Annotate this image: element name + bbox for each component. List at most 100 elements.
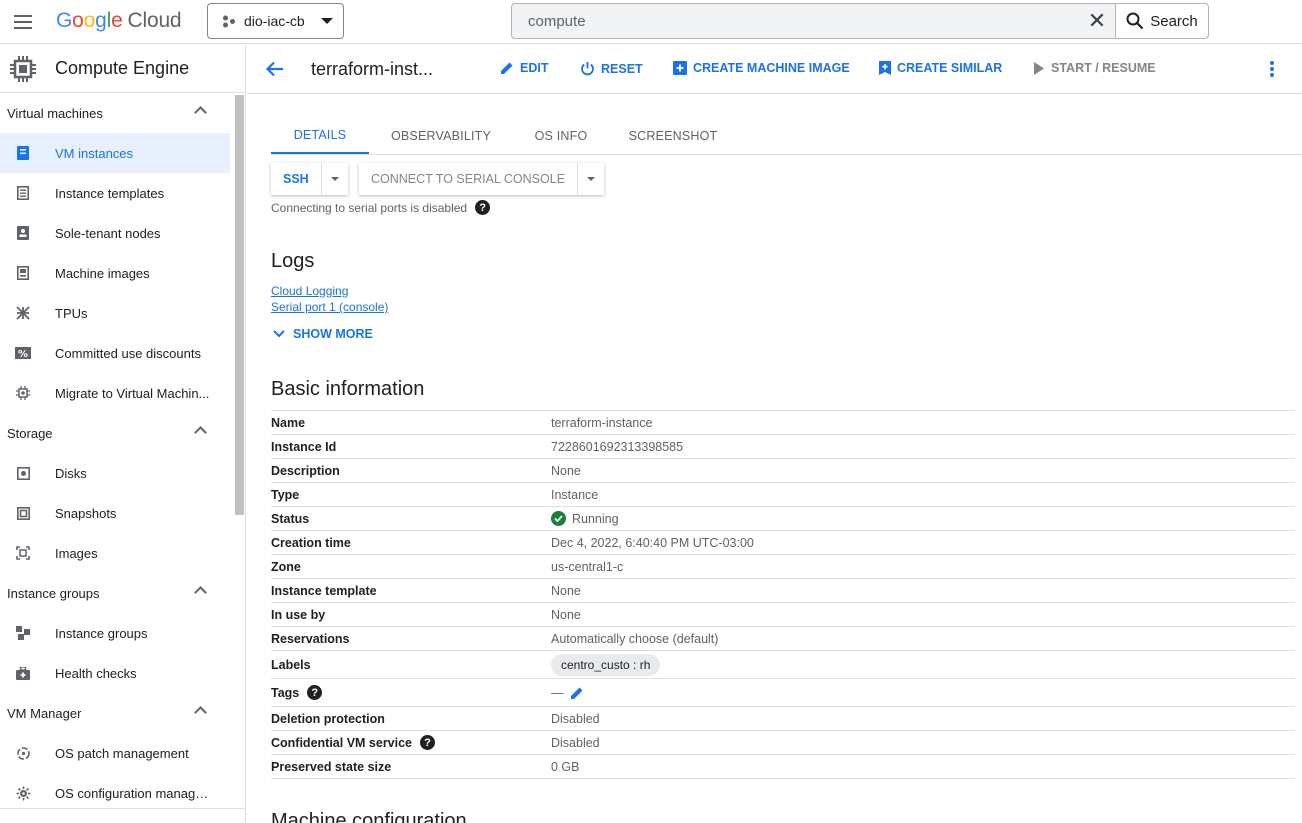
sidebar-item-os-patch-management[interactable]: OS patch management: [0, 733, 230, 773]
edit-button[interactable]: EDIT: [500, 61, 548, 75]
show-more-label: SHOW MORE: [293, 327, 373, 341]
label-chip: centro_custo : rh: [551, 653, 661, 676]
sidebar-item-snapshots[interactable]: Snapshots: [0, 493, 230, 533]
row-value: us-central1-c: [551, 559, 624, 574]
main-menu-icon[interactable]: [14, 11, 36, 33]
reset-button[interactable]: RESET: [580, 61, 643, 76]
serial-console-button-group: CONNECT TO SERIAL CONSOLE: [359, 163, 605, 195]
google-cloud-logo[interactable]: Google Cloud: [56, 9, 182, 33]
chevron-down-icon: [321, 18, 333, 24]
show-more-button[interactable]: SHOW MORE: [273, 327, 373, 341]
row-key: Description: [271, 463, 340, 478]
help-icon[interactable]: ?: [475, 200, 491, 215]
row-value: Disabled: [551, 711, 600, 726]
sidebar-item-label: Health checks: [55, 665, 137, 681]
compute-engine-icon: [10, 55, 36, 82]
os-config-icon: [15, 785, 31, 801]
sidebar-item-images[interactable]: Images: [0, 533, 230, 573]
percent-icon: %: [15, 345, 31, 361]
tab-observability[interactable]: OBSERVABILITY: [381, 117, 501, 154]
section-instance-groups[interactable]: Instance groups: [0, 573, 245, 613]
help-icon[interactable]: ?: [420, 735, 436, 750]
section-storage[interactable]: Storage: [0, 413, 245, 453]
row-value: 0 GB: [551, 759, 580, 774]
row-value: —: [551, 685, 564, 700]
help-icon[interactable]: ?: [307, 685, 323, 700]
create-machine-image-button[interactable]: CREATE MACHINE IMAGE: [673, 61, 850, 75]
sidebar-item-migrate[interactable]: Migrate to Virtual Machin...: [0, 373, 230, 413]
sidebar-title: Compute Engine: [55, 58, 190, 78]
project-name: dio-iac-cb: [244, 13, 305, 29]
sidebar-header: Compute Engine: [0, 45, 245, 93]
create-machine-image-label: CREATE MACHINE IMAGE: [693, 61, 850, 75]
cloud-logging-link[interactable]: Cloud Logging: [271, 284, 348, 298]
sidebar-item-label: Sole-tenant nodes: [55, 225, 161, 241]
row-key: Instance template: [271, 583, 377, 598]
sidebar-item-instance-templates[interactable]: Instance templates: [0, 173, 230, 213]
back-arrow-icon[interactable]: [265, 59, 285, 79]
row-key: Status: [271, 511, 310, 526]
start-resume-button[interactable]: START / RESUME: [1033, 61, 1156, 75]
chevron-up-icon: [194, 426, 207, 439]
sidebar-item-label: VM instances: [55, 145, 134, 161]
sidebar-divider: [0, 808, 245, 809]
row-value: Automatically choose (default): [551, 631, 719, 646]
sole-tenant-icon: [15, 225, 31, 241]
instance-group-icon: [15, 625, 31, 641]
migrate-icon: [15, 385, 31, 401]
sidebar: Compute Engine Virtual machines VM insta…: [0, 45, 246, 823]
ssh-button[interactable]: SSH: [271, 163, 321, 195]
sidebar-item-machine-images[interactable]: Machine images: [0, 253, 230, 293]
serial-ports-note: Connecting to serial ports is disabled ?: [271, 200, 491, 215]
chevron-down-icon: [273, 330, 285, 338]
row-key: Name: [271, 415, 306, 430]
project-icon: [223, 15, 235, 28]
create-similar-button[interactable]: CREATE SIMILAR: [879, 61, 1002, 75]
serial-console-dropdown[interactable]: [577, 163, 604, 195]
edit-label: EDIT: [520, 61, 549, 75]
tab-screenshot[interactable]: SCREENSHOT: [621, 117, 725, 154]
project-picker[interactable]: dio-iac-cb: [207, 3, 344, 39]
table-row: Labels centro_custo : rh: [271, 651, 1295, 679]
patch-icon: [15, 745, 31, 761]
chevron-up-icon: [194, 706, 207, 719]
labels-value: centro_custo : rh: [551, 653, 661, 676]
caret-down-icon: [587, 177, 596, 181]
pencil-icon[interactable]: [570, 686, 584, 700]
tab-os-info[interactable]: OS INFO: [523, 117, 599, 154]
sidebar-item-health-checks[interactable]: Health checks: [0, 653, 230, 693]
tab-details[interactable]: DETAILS: [271, 117, 369, 154]
image-icon: [15, 545, 31, 561]
row-key: Type: [271, 487, 300, 502]
row-key: Instance Id: [271, 439, 337, 454]
sidebar-item-os-configuration[interactable]: OS configuration manage...: [0, 773, 230, 813]
ssh-dropdown[interactable]: [320, 163, 348, 195]
section-virtual-machines[interactable]: Virtual machines: [0, 93, 245, 133]
more-options-icon[interactable]: [1268, 59, 1276, 79]
serial-port-link[interactable]: Serial port 1 (console): [271, 300, 388, 314]
sidebar-item-sole-tenant-nodes[interactable]: Sole-tenant nodes: [0, 213, 230, 253]
row-key: Labels: [271, 657, 311, 672]
basic-information-table: Name terraform-instance Instance Id 722860…: [271, 410, 1295, 779]
serial-console-button[interactable]: CONNECT TO SERIAL CONSOLE: [359, 163, 577, 195]
sidebar-item-committed-use-discounts[interactable]: % Committed use discounts: [0, 333, 230, 373]
pencil-icon: [501, 62, 513, 74]
template-icon: [15, 185, 31, 201]
sidebar-item-label: Disks: [55, 465, 87, 481]
sidebar-item-tpus[interactable]: TPUs: [0, 293, 230, 333]
row-key: Preserved state size: [271, 759, 392, 774]
section-label: Instance groups: [7, 585, 100, 601]
sidebar-item-disks[interactable]: Disks: [0, 453, 230, 493]
sidebar-scrollbar[interactable]: [235, 95, 244, 515]
search-button[interactable]: Search: [1115, 4, 1208, 38]
section-vm-manager[interactable]: VM Manager: [0, 693, 245, 733]
table-row: Status Running: [271, 507, 1295, 531]
row-key-with-help: Tags?: [271, 685, 323, 700]
clear-search-icon[interactable]: ✕: [1079, 4, 1115, 38]
sidebar-item-instance-groups[interactable]: Instance groups: [0, 613, 230, 653]
power-icon: [581, 62, 594, 76]
search-input[interactable]: [512, 4, 1079, 38]
machine-image-icon: [15, 265, 31, 281]
sidebar-item-vm-instances[interactable]: VM instances: [0, 133, 230, 173]
status-text: Running: [572, 511, 619, 526]
